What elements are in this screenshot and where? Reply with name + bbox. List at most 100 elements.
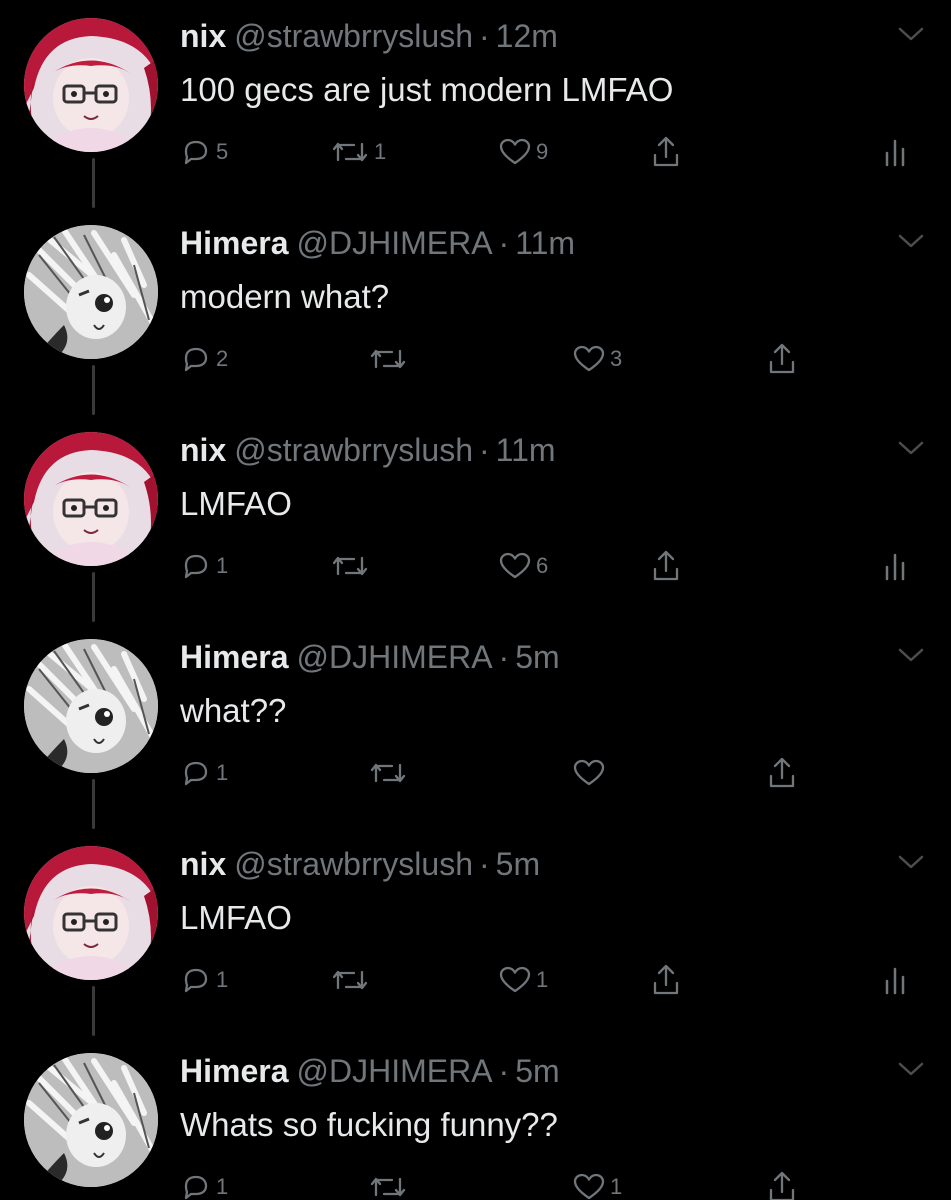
like-icon bbox=[499, 966, 531, 993]
tweet[interactable]: nix @strawbrryslush · 11m LMFAO 1 6 bbox=[0, 414, 951, 622]
retweet-button[interactable]: 1 bbox=[330, 132, 386, 172]
like-button[interactable]: 6 bbox=[498, 546, 548, 586]
tweet-thread: nix @strawbrryslush · 12m 100 gecs are just… bbox=[0, 0, 951, 1200]
reply-count: 1 bbox=[216, 1174, 229, 1199]
share-button[interactable] bbox=[766, 1167, 798, 1200]
reply-button[interactable]: 1 bbox=[180, 546, 228, 586]
retweet-button[interactable] bbox=[368, 753, 412, 793]
user-handle[interactable]: @DJHIMERA bbox=[297, 639, 493, 675]
stats-icon bbox=[885, 553, 905, 581]
tweet-header: nix @strawbrryslush · 5m bbox=[180, 844, 540, 884]
retweet-button[interactable] bbox=[330, 960, 374, 1000]
share-button[interactable] bbox=[766, 753, 798, 793]
thread-connector-line bbox=[92, 365, 95, 415]
retweet-icon bbox=[370, 763, 406, 783]
user-handle[interactable]: @DJHIMERA bbox=[297, 225, 493, 261]
chevron-down-icon[interactable] bbox=[896, 24, 926, 44]
chevron-down-icon[interactable] bbox=[896, 645, 926, 665]
like-count: 9 bbox=[536, 139, 549, 164]
user-handle[interactable]: @strawbrryslush bbox=[234, 18, 473, 54]
avatar[interactable] bbox=[24, 18, 158, 152]
chevron-down-icon[interactable] bbox=[896, 1059, 926, 1079]
user-handle[interactable]: @strawbrryslush bbox=[234, 846, 473, 882]
share-button[interactable] bbox=[766, 339, 798, 379]
white-hair-anime-avatar bbox=[24, 639, 158, 773]
share-button[interactable] bbox=[650, 132, 682, 172]
timestamp[interactable]: 5m bbox=[515, 1053, 559, 1089]
avatar[interactable] bbox=[24, 846, 158, 980]
tweet-text: what?? bbox=[180, 692, 287, 729]
like-icon bbox=[573, 345, 605, 372]
like-button[interactable]: 9 bbox=[498, 132, 548, 172]
tweet-text: LMFAO bbox=[180, 485, 292, 522]
stats-button[interactable] bbox=[882, 132, 908, 172]
retweet-button[interactable] bbox=[368, 1167, 412, 1200]
reply-button[interactable]: 1 bbox=[180, 753, 228, 793]
tweet-header: Himera @DJHIMERA · 5m bbox=[180, 637, 560, 677]
reply-count: 2 bbox=[216, 346, 229, 371]
stats-button[interactable] bbox=[882, 960, 908, 1000]
reply-icon bbox=[184, 761, 208, 786]
white-hair-anime-avatar bbox=[24, 225, 158, 359]
timestamp[interactable]: 12m bbox=[496, 18, 558, 54]
user-handle[interactable]: @DJHIMERA bbox=[297, 1053, 493, 1089]
retweet-count: 1 bbox=[374, 139, 387, 164]
avatar[interactable] bbox=[24, 639, 158, 773]
stats-button[interactable] bbox=[882, 546, 908, 586]
like-count: 1 bbox=[536, 967, 549, 992]
timestamp[interactable]: 11m bbox=[515, 225, 575, 261]
retweet-icon bbox=[370, 349, 406, 369]
display-name[interactable]: Himera bbox=[180, 1053, 289, 1089]
timestamp[interactable]: 5m bbox=[496, 846, 540, 882]
timestamp[interactable]: 5m bbox=[515, 639, 559, 675]
display-name[interactable]: nix bbox=[180, 846, 226, 882]
like-icon bbox=[499, 552, 531, 579]
share-button[interactable] bbox=[650, 960, 682, 1000]
reply-button[interactable]: 2 bbox=[180, 339, 228, 379]
chevron-down-icon[interactable] bbox=[896, 852, 926, 872]
share-icon bbox=[769, 1171, 795, 1200]
action-bar: 1 1 bbox=[180, 1167, 920, 1200]
chevron-down-icon[interactable] bbox=[896, 231, 926, 251]
retweet-icon bbox=[332, 142, 368, 162]
white-hair-anime-avatar bbox=[24, 1053, 158, 1187]
tweet[interactable]: Himera @DJHIMERA · 5m Whats so fucking funn… bbox=[0, 1035, 951, 1200]
separator-dot: · bbox=[498, 639, 510, 675]
display-name[interactable]: Himera bbox=[180, 225, 289, 261]
user-handle[interactable]: @strawbrryslush bbox=[234, 432, 473, 468]
action-bar: 5 1 9 bbox=[180, 132, 920, 172]
separator-dot: · bbox=[478, 432, 490, 468]
avatar[interactable] bbox=[24, 432, 158, 566]
avatar[interactable] bbox=[24, 225, 158, 359]
tweet[interactable]: Himera @DJHIMERA · 5m what?? 1 bbox=[0, 621, 951, 829]
tweet[interactable]: nix @strawbrryslush · 5m LMFAO 1 1 bbox=[0, 828, 951, 1036]
reply-count: 1 bbox=[216, 967, 229, 992]
thread-connector-line bbox=[92, 158, 95, 208]
display-name[interactable]: nix bbox=[180, 432, 226, 468]
chevron-down-icon[interactable] bbox=[896, 438, 926, 458]
retweet-icon bbox=[332, 970, 368, 990]
reply-button[interactable]: 5 bbox=[180, 132, 228, 172]
red-hair-anime-avatar bbox=[24, 432, 158, 566]
reply-icon bbox=[184, 554, 208, 579]
tweet[interactable]: nix @strawbrryslush · 12m 100 gecs are just… bbox=[0, 0, 951, 208]
like-button[interactable]: 1 bbox=[498, 960, 548, 1000]
action-bar: 1 6 bbox=[180, 546, 920, 586]
like-button[interactable] bbox=[572, 753, 610, 793]
separator-dot: · bbox=[498, 225, 510, 261]
tweet-header: nix @strawbrryslush · 11m bbox=[180, 430, 556, 470]
reply-button[interactable]: 1 bbox=[180, 960, 228, 1000]
share-button[interactable] bbox=[650, 546, 682, 586]
avatar[interactable] bbox=[24, 1053, 158, 1187]
display-name[interactable]: Himera bbox=[180, 639, 289, 675]
retweet-button[interactable] bbox=[368, 339, 412, 379]
stats-icon bbox=[885, 139, 905, 167]
like-button[interactable]: 3 bbox=[572, 339, 622, 379]
retweet-button[interactable] bbox=[330, 546, 374, 586]
display-name[interactable]: nix bbox=[180, 18, 226, 54]
reply-button[interactable]: 1 bbox=[180, 1167, 228, 1200]
tweet[interactable]: Himera @DJHIMERA · 11m modern what? 2 3 bbox=[0, 207, 951, 415]
timestamp[interactable]: 11m bbox=[496, 432, 556, 468]
like-button[interactable]: 1 bbox=[572, 1167, 622, 1200]
reply-icon bbox=[184, 1175, 208, 1200]
